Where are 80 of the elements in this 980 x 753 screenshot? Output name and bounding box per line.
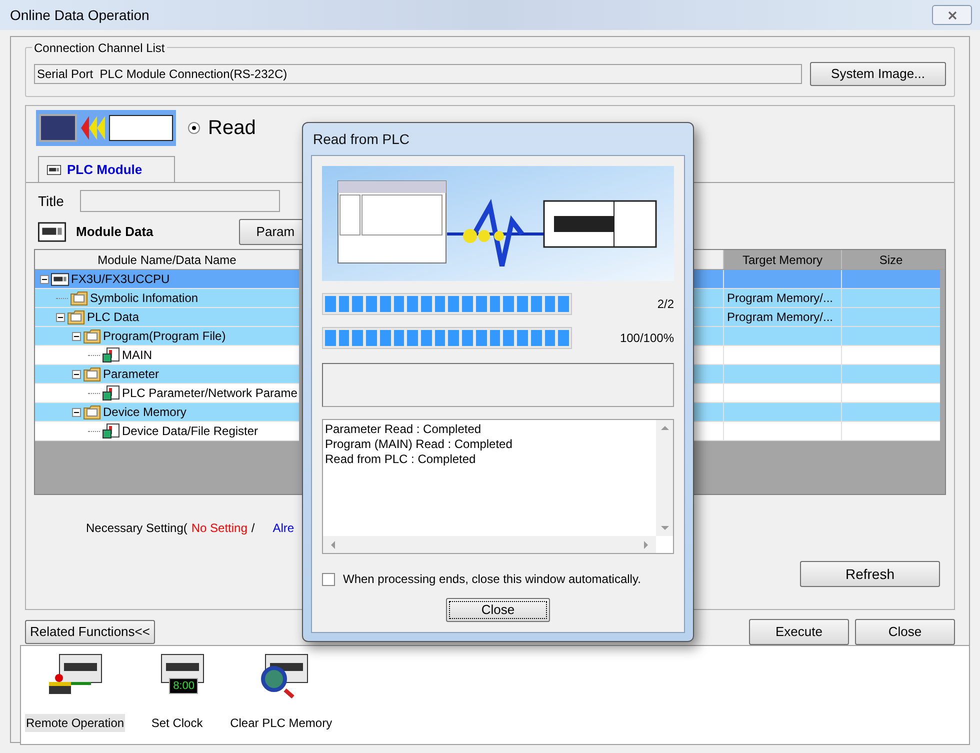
document-icon (102, 347, 120, 363)
collapse-toggle-icon[interactable] (56, 312, 65, 322)
folder-icon (70, 290, 88, 306)
tree-item-label: FX3U/FX3UCCPU (71, 271, 170, 288)
auto-close-checkbox[interactable] (322, 572, 335, 586)
related-function-item[interactable]: 8:00 Set Clock (149, 652, 206, 732)
tree-item-label: Symbolic Infomation (90, 290, 198, 307)
tree-item-label: Parameter (103, 366, 160, 383)
module-data-icon (38, 222, 66, 242)
collapse-toggle-icon[interactable] (72, 370, 81, 378)
window-title: Online Data Operation (10, 6, 150, 25)
tree-item-label: Program(Program File) (103, 328, 226, 345)
checkbox-label: When processing ends, close this window automatically. (343, 571, 641, 588)
clock-plc-icon (161, 654, 204, 683)
field-label: Title (38, 192, 64, 210)
horizontal-scrollbar[interactable] (323, 536, 656, 553)
tree-row[interactable]: PLC Data (35, 308, 299, 327)
section-title: Module Data (76, 223, 154, 242)
scroll-right-icon[interactable] (644, 540, 648, 548)
close-button[interactable]: Close (855, 619, 955, 645)
tree-item-label: PLC Data (87, 309, 140, 326)
vertical-scrollbar[interactable] (656, 420, 673, 536)
separator: / (251, 520, 255, 537)
close-button[interactable]: Close (446, 598, 550, 622)
scroll-left-icon[interactable] (331, 540, 335, 548)
tree-row[interactable]: Device Data/File Register (35, 422, 299, 441)
log-line: Parameter Read : Completed (325, 422, 482, 437)
joystick-plc-icon (49, 654, 102, 696)
execute-button[interactable]: Execute (749, 619, 849, 645)
title-field[interactable] (80, 190, 280, 212)
table-cell: Program Memory/... (724, 289, 842, 308)
tree-row[interactable]: Parameter (35, 365, 299, 384)
magnifier-plc-icon (261, 654, 308, 700)
progress-reading: 100/100% (620, 330, 674, 347)
folder-icon (83, 404, 101, 420)
log-line: Read from PLC : Completed (325, 452, 477, 467)
close-icon (948, 10, 956, 20)
tree-item-label: Device Data/File Register (122, 423, 258, 440)
related-function-item[interactable]: Clear PLC Memory (229, 652, 334, 732)
collapse-toggle-icon[interactable] (72, 332, 81, 340)
tree-row[interactable]: FX3U/FX3UCCPU (35, 270, 299, 289)
operation-radio[interactable]: Read (188, 113, 256, 143)
tree-item-label: PLC Parameter/Network Parame (122, 385, 298, 402)
column-header: Module Name/Data Name (35, 250, 299, 269)
cpu-icon (51, 272, 69, 286)
collapse-toggle-icon[interactable] (72, 408, 81, 416)
progress-reading: 2/2 (657, 296, 674, 313)
related-functions-button[interactable]: Related Functions<< (25, 620, 155, 644)
folder-icon (83, 366, 101, 382)
folder-icon (83, 328, 101, 344)
scroll-down-icon[interactable] (660, 526, 668, 530)
scroll-up-icon[interactable] (660, 426, 668, 430)
refresh-button[interactable]: Refresh (800, 561, 940, 587)
clock-display: 8:00 (169, 678, 198, 694)
folder-icon (67, 309, 85, 325)
collapse-toggle-icon[interactable] (40, 274, 49, 284)
tree-row[interactable]: Device Memory (35, 403, 299, 422)
connection-field: Serial Port PLC Module Connection(RS-232C) (34, 64, 802, 84)
tab[interactable]: PLC Module (38, 156, 176, 182)
tree-item-label: Device Memory (103, 404, 186, 421)
setting-label: Necessary Setting( (86, 520, 188, 537)
tree-row[interactable]: PLC Parameter/Network Parame (35, 384, 299, 403)
column-header: Target Memory (724, 250, 842, 269)
close-window-button[interactable] (932, 5, 972, 25)
dialog-title: Read from PLC (312, 130, 410, 149)
document-icon (102, 385, 120, 401)
table-cell: Program Memory/... (724, 308, 842, 327)
related-function-item[interactable]: Remote Operation (25, 652, 126, 732)
setting-status: No Setting (191, 520, 248, 537)
system-image-button[interactable]: System Image... (810, 62, 946, 86)
tree-item-label: MAIN (122, 347, 152, 364)
pc-plc-transfer-icon (36, 110, 176, 146)
document-icon (102, 423, 120, 439)
plc-module-icon (47, 164, 61, 174)
setting-status: Alre (272, 520, 294, 537)
log-line: Program (MAIN) Read : Completed (325, 437, 514, 452)
tree-row[interactable]: MAIN (35, 346, 299, 365)
tree-row[interactable]: Program(Program File) (35, 327, 299, 346)
tree-row[interactable]: Symbolic Infomation (35, 289, 299, 308)
column-header: Size (878, 252, 904, 269)
